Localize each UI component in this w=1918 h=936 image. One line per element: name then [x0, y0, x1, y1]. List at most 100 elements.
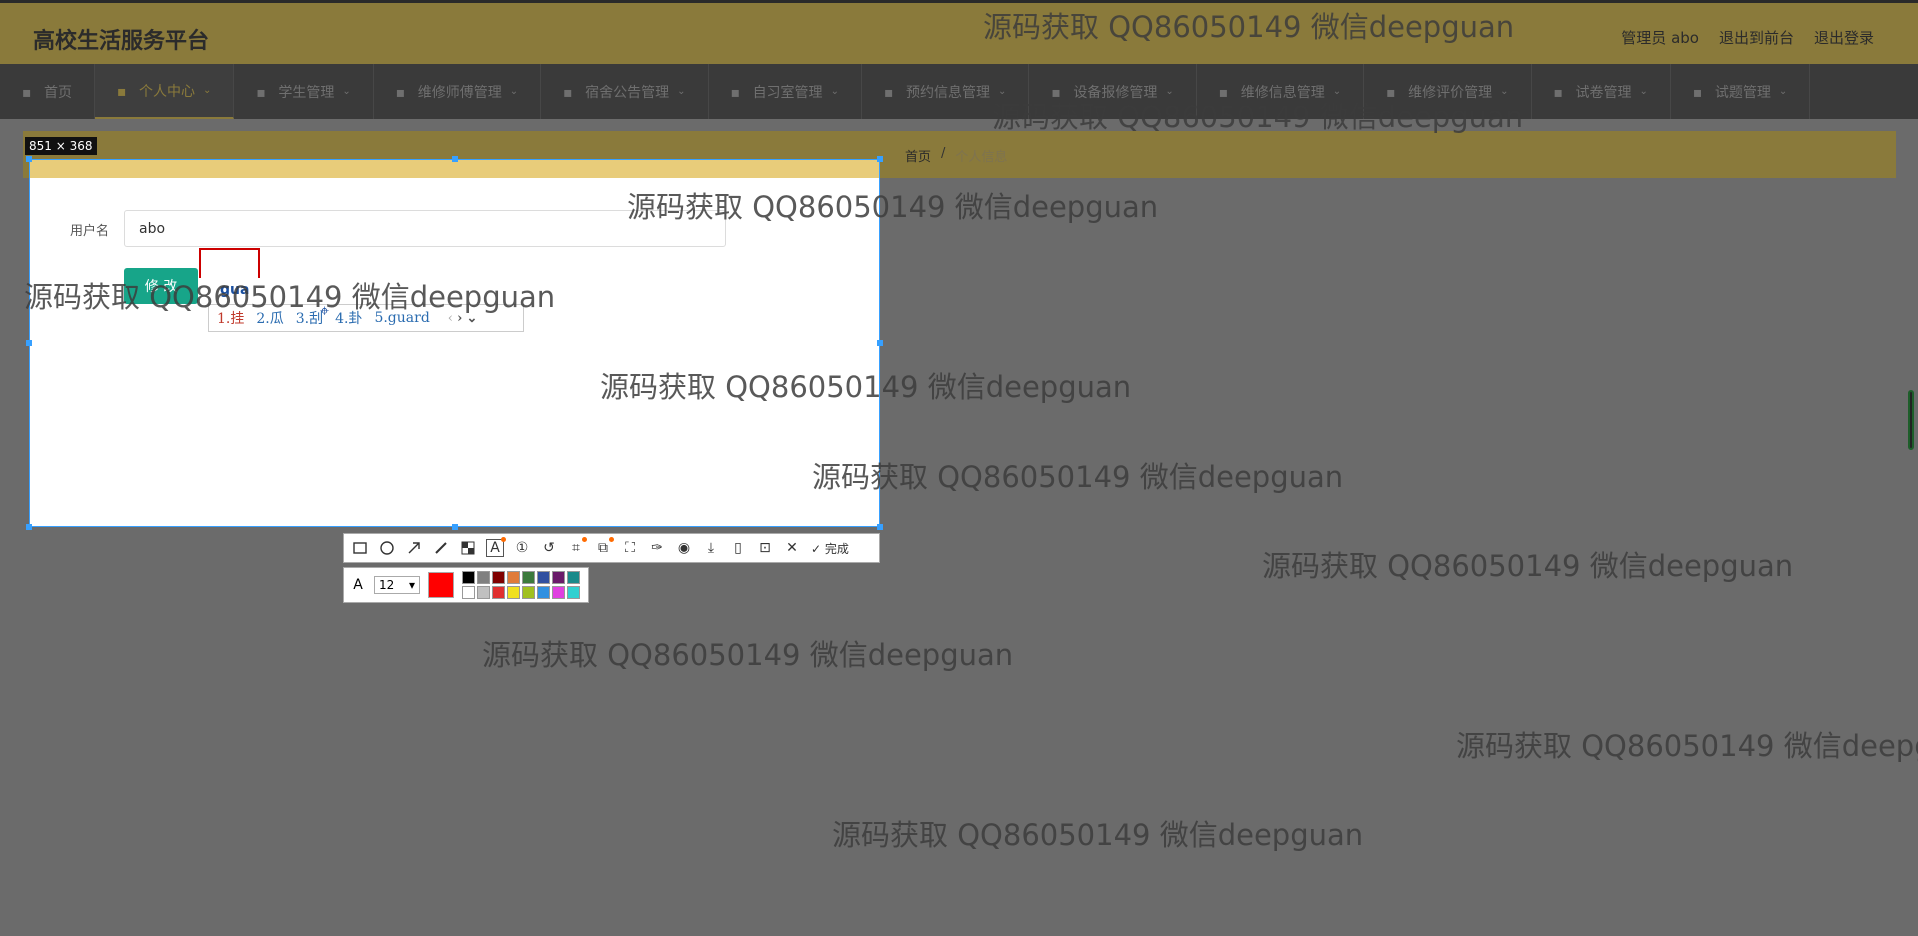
- undo-icon[interactable]: ↺: [541, 540, 557, 556]
- site-title: 高校生活服务平台: [33, 29, 210, 54]
- text-icon[interactable]: A: [486, 537, 506, 557]
- watermark-text: 源码获取 QQ86050149 微信deepguan: [24, 280, 556, 314]
- arrow-icon[interactable]: [406, 540, 422, 556]
- nav-item[interactable]: ▪ 试题管理 ⌄: [1671, 64, 1811, 119]
- nav-item-label: 维修师傅管理: [417, 84, 502, 101]
- doc-icon: ▪: [1553, 84, 1564, 101]
- admin-user-label: 管理员 abo: [1621, 29, 1699, 47]
- ellipse-icon[interactable]: [379, 540, 395, 556]
- color-swatch[interactable]: [507, 571, 520, 584]
- done-button[interactable]: ✓ 完成: [811, 540, 849, 557]
- color-swatch[interactable]: [552, 586, 565, 599]
- selection-top-strip: [30, 160, 879, 178]
- chevron-down-icon: ▾: [408, 578, 415, 592]
- font-size-select[interactable]: 12 ▾: [374, 576, 420, 594]
- breadcrumb-current: 个人信息: [955, 150, 1008, 165]
- username-label: 用户名: [70, 224, 110, 239]
- nav-item-label: 宿舍公告管理: [585, 84, 670, 101]
- resize-handle-se[interactable]: [877, 524, 883, 530]
- nav-item-label: 试卷管理: [1575, 84, 1632, 101]
- color-swatch[interactable]: [552, 571, 565, 584]
- breadcrumb: 首页 / 个人信息: [905, 146, 1007, 165]
- nav-item[interactable]: ▪ 自习室管理 ⌄: [709, 64, 862, 119]
- resize-handle-nw[interactable]: [26, 156, 32, 162]
- edit-icon: ▪: [256, 84, 266, 101]
- resize-handle-sw[interactable]: [26, 524, 32, 530]
- color-swatch[interactable]: [462, 586, 475, 599]
- record-icon[interactable]: ◉: [676, 540, 692, 556]
- watermark-text: 源码获取 QQ86050149 微信deepguan: [1456, 729, 1918, 763]
- font-size-icon: A: [353, 577, 363, 593]
- grid-icon: ▪: [883, 84, 894, 101]
- nav-item-label: 首页: [44, 84, 72, 101]
- color-swatch[interactable]: [522, 571, 535, 584]
- nav-item-label: 学生管理: [278, 84, 335, 101]
- bookmark-icon[interactable]: ⊡: [757, 540, 773, 556]
- capture-toolbar: A ① ↺ ⌗ ⧉ ⛶ ✑ ◉ ⤓ ▯ ⊡ ✕ ✓ 完成: [343, 533, 880, 563]
- done-label: 完成: [824, 541, 849, 556]
- watermark-text: 源码获取 QQ86050149 微信deepguan: [600, 370, 1132, 404]
- watermark-text: 源码获取 QQ86050149 微信deepguan: [832, 818, 1364, 852]
- nav-item-label: 个人中心: [139, 83, 195, 100]
- nav-item[interactable]: ▪ 宿舍公告管理 ⌄: [541, 64, 709, 119]
- close-icon[interactable]: ✕: [784, 540, 800, 556]
- current-color-swatch[interactable]: [428, 572, 454, 598]
- watermark-text: 源码获取 QQ86050149 微信deepguan: [992, 100, 1524, 134]
- resize-handle-ne[interactable]: [877, 156, 883, 162]
- resize-handle-e[interactable]: [877, 340, 883, 346]
- color-swatch[interactable]: [462, 571, 475, 584]
- header-actions: 管理员 abo 退出到前台 退出登录: [1621, 27, 1874, 48]
- color-swatch[interactable]: [522, 586, 535, 599]
- list-icon: ▪: [395, 84, 406, 101]
- chevron-down-icon: ⌄: [203, 85, 212, 96]
- font-size-value: 12: [379, 578, 395, 592]
- watermark-text: 源码获取 QQ86050149 微信deepguan: [482, 638, 1014, 672]
- nav-item[interactable]: ▪ 个人中心 ⌄: [95, 64, 235, 119]
- color-swatch[interactable]: [567, 586, 580, 599]
- save-icon[interactable]: ⤓: [703, 540, 719, 556]
- color-swatch[interactable]: [477, 586, 490, 599]
- resize-handle-w[interactable]: [26, 340, 32, 346]
- scan-icon[interactable]: ⛶: [622, 540, 638, 556]
- color-swatch[interactable]: [507, 586, 520, 599]
- color-swatch[interactable]: [567, 571, 580, 584]
- nav-item-label: 自习室管理: [752, 84, 823, 101]
- ocr-icon[interactable]: ⌗: [568, 537, 587, 556]
- translate-icon[interactable]: ⧉: [595, 537, 614, 556]
- home-icon: ▪: [22, 84, 32, 101]
- nav-item-label: 试题管理: [1714, 84, 1771, 101]
- pencil-icon[interactable]: [433, 540, 449, 556]
- watermark-text: 源码获取 QQ86050149 微信deepguan: [983, 10, 1515, 44]
- nav-item[interactable]: ▪ 试卷管理 ⌄: [1532, 64, 1671, 119]
- mosaic-icon[interactable]: [460, 540, 476, 556]
- number-icon[interactable]: ①: [514, 540, 530, 556]
- phone-icon[interactable]: ▯: [730, 540, 746, 556]
- pin-icon[interactable]: ✑: [649, 540, 665, 556]
- nav-item[interactable]: ▪ 维修师傅管理 ⌄: [374, 64, 542, 119]
- compass-icon: ▪: [730, 84, 741, 101]
- selection-size-label: 851 × 368: [25, 137, 97, 155]
- resize-handle-n[interactable]: [452, 156, 458, 162]
- rectangle-icon[interactable]: [352, 540, 368, 556]
- watermark-text: 源码获取 QQ86050149 微信deepguan: [627, 190, 1159, 224]
- color-swatch[interactable]: [477, 571, 490, 584]
- color-swatch[interactable]: [537, 586, 550, 599]
- color-swatch[interactable]: [492, 586, 505, 599]
- scrollbar-thumb[interactable]: [1908, 390, 1914, 450]
- nav-item[interactable]: ▪ 学生管理 ⌄: [234, 64, 374, 119]
- color-palette: [462, 571, 580, 599]
- mic-icon: ▪: [1692, 84, 1703, 101]
- nav-item-label: 预约信息管理: [905, 84, 990, 101]
- resize-handle-s[interactable]: [452, 524, 458, 530]
- text-options-bar: A 12 ▾: [343, 567, 589, 603]
- breadcrumb-separator: /: [941, 146, 946, 161]
- user-icon: ▪: [117, 83, 127, 100]
- logout-link[interactable]: 退出登录: [1814, 27, 1874, 48]
- color-swatch[interactable]: [537, 571, 550, 584]
- back-to-front-link[interactable]: 退出到前台: [1719, 27, 1794, 48]
- chevron-down-icon: ⌄: [342, 86, 351, 97]
- breadcrumb-home[interactable]: 首页: [905, 146, 931, 165]
- nav-item[interactable]: ▪ 首页: [0, 64, 95, 119]
- main-nav: ▪ 首页 ▪ 个人中心 ⌄ ▪ 学生管理 ⌄ ▪ 维修师傅管理 ⌄ ▪ 宿舍公告管理 ⌄ ▪ 自习室管理 ⌄ ▪ 预…: [0, 64, 1918, 119]
- color-swatch[interactable]: [492, 571, 505, 584]
